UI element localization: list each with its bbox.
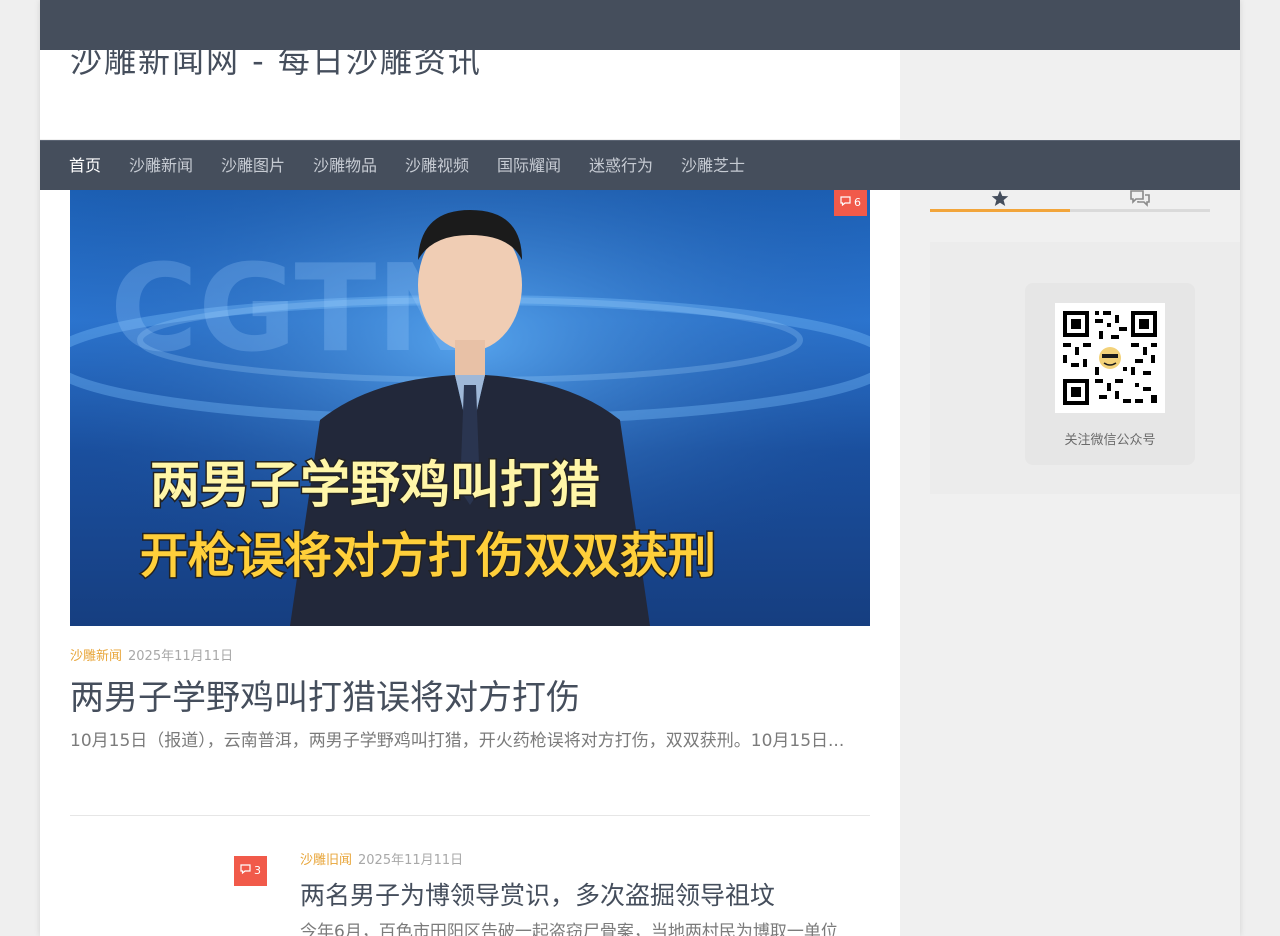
featured-excerpt: 10月15日（报道），云南普洱，两男子学野鸡叫打猎，开火药枪误将对方打伤，双双获… (70, 731, 845, 751)
featured-image-art: CGTN 两男子学野鸡叫打猎 开枪误将对方打伤双双获刑 (70, 190, 870, 626)
second-category[interactable]: 沙雕旧闻 (300, 853, 352, 868)
nav-item-pictures[interactable]: 沙雕图片 (221, 141, 285, 190)
featured-title[interactable]: 两男子学野鸡叫打猎误将对方打伤 (70, 670, 580, 719)
tab-comments[interactable] (1070, 190, 1210, 210)
featured-category[interactable]: 沙雕新闻 (70, 649, 122, 664)
comment-icon (840, 190, 851, 216)
site-header: 沙雕新闻网 - 每日沙雕资讯 (40, 50, 900, 139)
second-comment-count: 3 (254, 864, 261, 877)
comments-icon (1129, 190, 1151, 211)
second-meta: 沙雕旧闻 2025年11月11日 (300, 849, 463, 868)
wechat-qr-code[interactable] (1055, 303, 1165, 413)
featured-meta: 沙雕新闻 2025年11月11日 (70, 645, 233, 664)
nav-item-home[interactable]: 首页 (69, 141, 101, 190)
main-content: CGTN 两男子学野鸡叫打猎 开枪误将对方打伤双双获刑 6 沙雕新闻2025年 (40, 190, 900, 936)
featured-image[interactable]: CGTN 两男子学野鸡叫打猎 开枪误将对方打伤双双获刑 (70, 190, 870, 626)
nav-item-knowledge[interactable]: 沙雕芝士 (681, 141, 745, 190)
nav-item-items[interactable]: 沙雕物品 (313, 141, 377, 190)
nav-item-videos[interactable]: 沙雕视频 (405, 141, 469, 190)
nav-item-news[interactable]: 沙雕新闻 (129, 141, 193, 190)
comment-icon (240, 856, 251, 886)
top-bar (40, 0, 1240, 50)
sidebar: 关注微信公众号 (900, 190, 1240, 936)
second-comment-badge[interactable]: 3 (234, 856, 267, 886)
second-excerpt: 今年6月，百色市田阳区告破一起盗窃尸骨案，当地两村民为博取一单位 (300, 922, 838, 936)
featured-caption-line1: 两男子学野鸡叫打猎 (150, 456, 600, 514)
featured-date: 2025年11月11日 (128, 649, 234, 664)
tab-underline-active (930, 209, 1070, 212)
main-nav: 首页 沙雕新闻 沙雕图片 沙雕物品 沙雕视频 国际耀闻 迷惑行为 沙雕芝士 (40, 140, 1240, 190)
star-icon (991, 190, 1009, 211)
featured-comment-count: 6 (854, 196, 861, 209)
header-right-area (900, 50, 1240, 139)
post-divider (70, 815, 870, 816)
site-title[interactable]: 沙雕新闻网 - 每日沙雕资讯 (70, 50, 482, 82)
page-wrapper: 沙雕新闻网 - 每日沙雕资讯 首页 沙雕新闻 沙雕图片 沙雕物品 沙雕视频 国际… (40, 0, 1240, 936)
second-title[interactable]: 两名男子为博领导赏识，多次盗掘领导祖坟 (300, 876, 775, 912)
second-date: 2025年11月11日 (358, 853, 464, 868)
featured-caption-line2: 开枪误将对方打伤双双获刑 (140, 528, 716, 584)
nav-item-confusing[interactable]: 迷惑行为 (589, 141, 653, 190)
tab-popular[interactable] (930, 190, 1070, 210)
sidebar-tabs (930, 190, 1210, 213)
featured-comment-badge[interactable]: 6 (834, 190, 867, 216)
qr-card: 关注微信公众号 (1025, 283, 1195, 465)
qr-caption: 关注微信公众号 (1064, 433, 1156, 448)
nav-item-international[interactable]: 国际耀闻 (497, 141, 561, 190)
qr-code-icon (1063, 311, 1157, 405)
